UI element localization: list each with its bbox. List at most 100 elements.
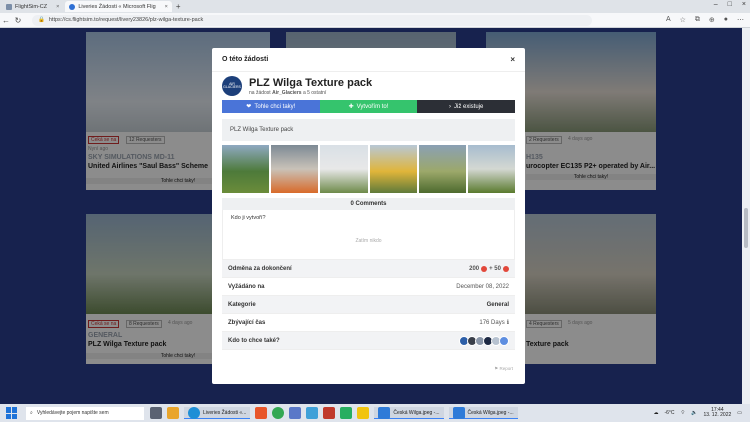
- gallery-image[interactable]: [467, 145, 516, 193]
- detail-row-remaining: Zbývající čas 176 Days ℹ: [222, 314, 515, 332]
- reward-bonus: + 50: [489, 265, 501, 272]
- menu-icon[interactable]: ⋯: [737, 16, 744, 24]
- url-field[interactable]: 🔒 https://cs.flightsim.to/request/livery…: [32, 14, 592, 26]
- collections-icon[interactable]: ⧉: [695, 16, 700, 24]
- detail-key: Odměna za dokončení: [228, 265, 292, 272]
- close-tab-icon[interactable]: ×: [56, 4, 59, 10]
- app-icon[interactable]: [323, 407, 336, 419]
- tab-label: Liveries Žádosti « Microsoft Flig: [78, 3, 156, 10]
- taskbar-search[interactable]: ⌕ Vyhledávejte pojem napište sem: [26, 406, 144, 420]
- scrollbar[interactable]: [742, 28, 750, 404]
- create-label: Vytvořím to!: [356, 103, 389, 110]
- profile-icon[interactable]: ●: [724, 16, 728, 24]
- flag-icon: ⚑: [494, 366, 499, 371]
- weather-icon[interactable]: ☁: [653, 410, 658, 416]
- author-link[interactable]: Air_Glaciers: [272, 90, 301, 96]
- notifications-icon[interactable]: ▭: [737, 410, 742, 416]
- detail-value: General: [486, 301, 509, 308]
- taskbar-window-photo[interactable]: Česká Wilga.jpeg -...: [448, 406, 518, 419]
- url-text: https://cs.flightsim.to/request/livery23…: [48, 17, 204, 23]
- wifi-icon[interactable]: ⌔: [681, 410, 686, 416]
- report-label: Report: [499, 366, 513, 371]
- action-buttons: ❤ Tohle chci taky! ✚ Vytvořím to! › Již exi…: [222, 100, 516, 113]
- request-title: PLZ Wilga Texture pack: [249, 76, 373, 89]
- close-window-icon[interactable]: ×: [742, 1, 746, 8]
- weather-temp[interactable]: -6°C: [664, 410, 674, 416]
- exists-label: Již existuje: [454, 103, 484, 110]
- report-link[interactable]: ⚑ Report: [494, 366, 513, 372]
- refresh-icon[interactable]: ↻: [12, 16, 24, 25]
- image-gallery: [222, 145, 516, 193]
- detail-row-wanters: Kdo to chce také?: [222, 332, 515, 350]
- create-button[interactable]: ✚ Vytvořím to!: [319, 100, 418, 113]
- task-view-icon[interactable]: [150, 407, 162, 419]
- request-subtitle: na žádost Air_Glaciers a 5 ostatní: [249, 90, 372, 96]
- gallery-image[interactable]: [222, 145, 270, 193]
- coin-icon: [481, 265, 488, 272]
- detail-value: December 08, 2022: [456, 283, 509, 290]
- back-icon[interactable]: ←: [0, 16, 12, 25]
- coin-icon: [503, 265, 509, 272]
- detail-row-requested: Vyžádáno na December 08, 2022: [222, 278, 515, 296]
- plus-icon: ✚: [348, 104, 354, 110]
- browser-toolbar: A ☆ ⧉ ⊕ ● ⋯: [666, 16, 744, 24]
- avatar[interactable]: [499, 335, 509, 346]
- favorite-icon[interactable]: ☆: [680, 16, 686, 24]
- close-tab-icon[interactable]: ×: [165, 4, 168, 10]
- detail-key: Kdo to chce také?: [228, 337, 280, 344]
- app-icon[interactable]: [306, 407, 319, 419]
- modal-heading: O této žádosti: [222, 56, 269, 63]
- author-logo[interactable]: AIR GLACIERS: [222, 76, 242, 96]
- scrollbar-thumb[interactable]: [744, 208, 748, 248]
- creator-question: Kdo ji vytvoří?: [231, 215, 266, 221]
- gallery-image[interactable]: [271, 145, 319, 193]
- comments-tab[interactable]: 0 Comments: [222, 198, 515, 210]
- tab-label: FlightSim-CZ: [15, 3, 48, 10]
- gallery-image[interactable]: [369, 145, 417, 193]
- tab-favicon-icon: [6, 3, 12, 10]
- taskbar-window-label: Česká Wilga.jpeg -...: [467, 409, 514, 416]
- detail-value-wrap: 176 Days ℹ: [479, 319, 509, 327]
- tab-flightsim-cz[interactable]: FlightSim-CZ ×: [2, 1, 63, 12]
- arrow-icon: ›: [449, 103, 451, 110]
- taskbar-window-label: Liveries Žádosti «...: [203, 409, 247, 416]
- detail-row-category: Kategorie General: [222, 296, 515, 314]
- tab-liveries[interactable]: Liveries Žádosti « Microsoft Flig ×: [65, 1, 172, 12]
- app-icon[interactable]: [289, 407, 302, 419]
- gallery-image[interactable]: [418, 145, 466, 193]
- exists-button[interactable]: › Již existuje: [417, 100, 516, 113]
- chrome-icon[interactable]: [272, 407, 285, 419]
- request-header: AIR GLACIERS PLZ Wilga Texture pack na ž…: [212, 72, 525, 100]
- firefox-icon[interactable]: [255, 407, 268, 419]
- details-list: Odměna za dokončení 200 + 50 Vyžádáno na…: [222, 260, 515, 350]
- request-description: PLZ Wilga Texture pack: [222, 119, 515, 141]
- detail-row-reward: Odměna za dokončení 200 + 50: [222, 260, 515, 278]
- detail-key: Vyžádáno na: [228, 283, 265, 290]
- app-icon[interactable]: [357, 407, 370, 419]
- clock[interactable]: 17:44 13. 12. 2022: [703, 407, 731, 419]
- windows-start-icon[interactable]: [6, 407, 18, 419]
- search-icon: ⌕: [30, 410, 33, 416]
- minimize-icon[interactable]: –: [714, 1, 718, 8]
- subtitle-suffix: a 5 ostatní: [302, 89, 327, 96]
- close-icon[interactable]: ×: [510, 55, 515, 64]
- creator-empty: Zatím nikdo: [355, 238, 382, 244]
- maximize-icon[interactable]: □: [728, 1, 732, 8]
- read-aloud-icon[interactable]: A: [666, 16, 671, 24]
- want-too-button[interactable]: ❤ Tohle chci taky!: [222, 100, 320, 113]
- file-explorer-icon[interactable]: [167, 407, 179, 419]
- new-tab-icon[interactable]: +: [176, 2, 181, 11]
- photos-icon: [378, 406, 391, 419]
- photos-icon: [452, 406, 465, 419]
- taskbar-window-label: Česká Wilga.jpeg -...: [393, 409, 440, 416]
- app-icon[interactable]: [340, 407, 353, 419]
- edge-icon: [188, 406, 200, 419]
- browser-tabbar: FlightSim-CZ × Liveries Žádosti « Micros…: [0, 0, 750, 13]
- lock-icon: 🔒: [38, 17, 45, 23]
- gallery-image[interactable]: [320, 145, 368, 193]
- taskbar-window-edge[interactable]: Liveries Žádosti «...: [184, 406, 251, 419]
- info-icon[interactable]: ℹ: [507, 319, 509, 326]
- taskbar-window-photo[interactable]: Česká Wilga.jpeg -...: [374, 406, 444, 419]
- volume-icon[interactable]: 🔈: [691, 410, 697, 416]
- extensions-icon[interactable]: ⊕: [709, 16, 715, 24]
